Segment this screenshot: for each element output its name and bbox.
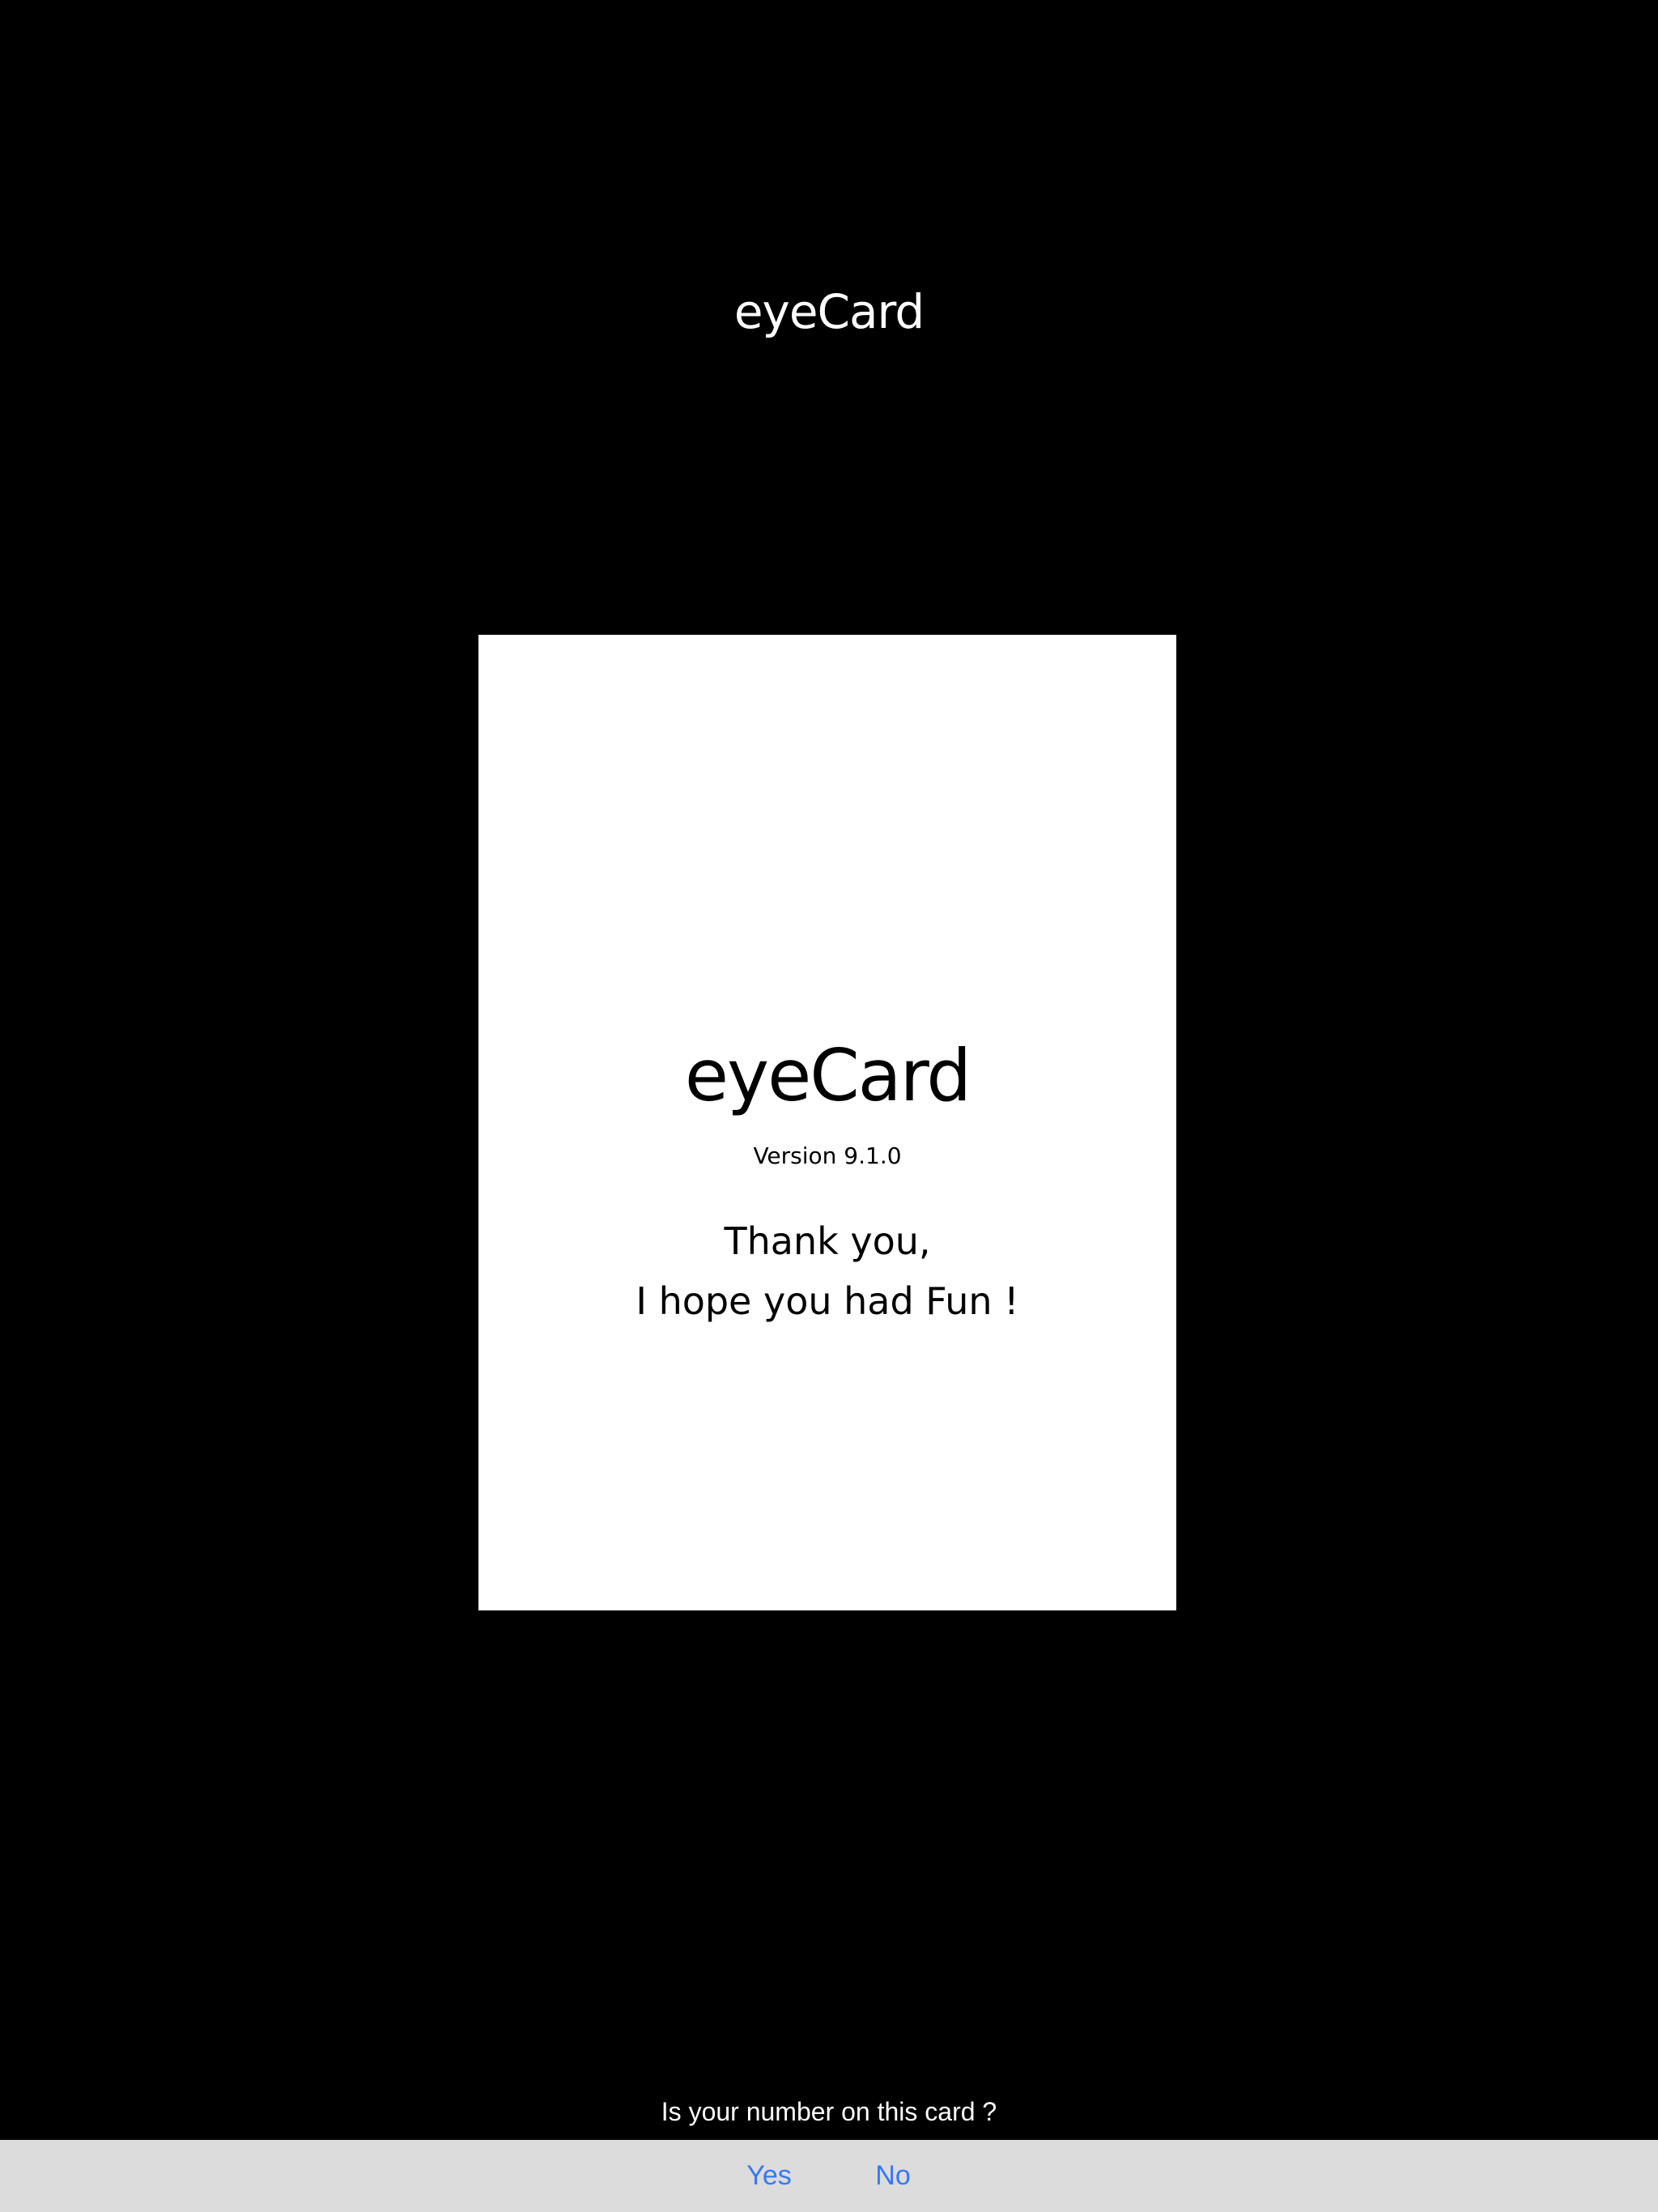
- card-title: eyeCard: [684, 1034, 971, 1117]
- question-text: Is your number on this card ?: [661, 2097, 997, 2126]
- card-message-line: I hope you had Fun !: [636, 1279, 1019, 1323]
- card-message: Thank you, I hope you had Fun !: [478, 1211, 1176, 1331]
- app-title: eyeCard: [733, 284, 925, 339]
- card-version: Version 9.1.0: [753, 1142, 902, 1169]
- yes-button[interactable]: Yes: [729, 2140, 810, 2212]
- card-message-line: Thank you,: [724, 1219, 931, 1263]
- card: eyeCard Version 9.1.0 Thank you, I hope …: [478, 635, 1176, 1610]
- answer-toolbar: Yes No: [0, 2140, 1658, 2212]
- no-button[interactable]: No: [854, 2140, 932, 2212]
